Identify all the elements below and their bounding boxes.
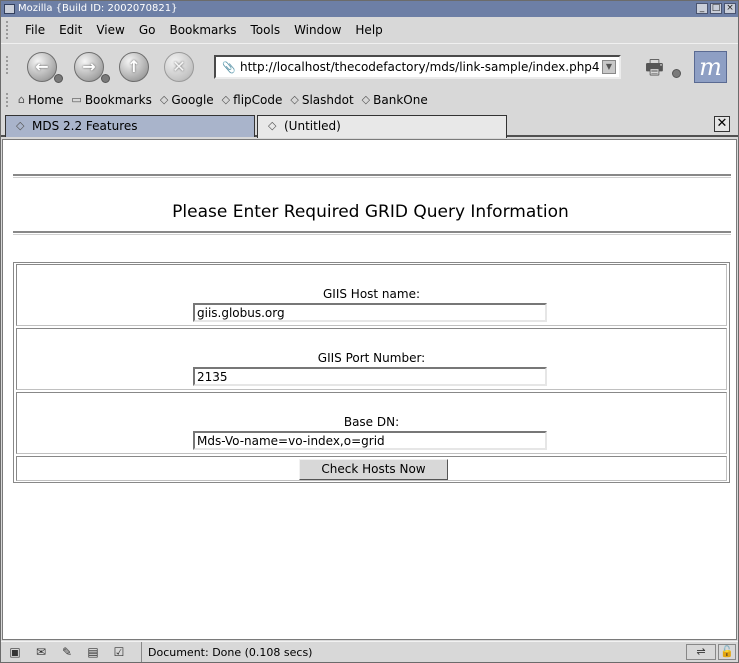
url-text[interactable]: http://localhost/thecodefactory/mds/link… — [240, 60, 600, 74]
host-input[interactable] — [193, 303, 547, 322]
status-text: Document: Done (0.108 secs) — [148, 645, 313, 659]
print-icon[interactable]: 🖶 — [645, 53, 675, 79]
window-title: Mozilla {Build ID: 2002070821} — [18, 3, 178, 14]
page-title: Please Enter Required GRID Query Informa… — [172, 202, 569, 222]
mozilla-logo-icon[interactable]: m — [694, 51, 727, 83]
tab-mds-features[interactable]: ◇ MDS 2.2 Features — [5, 115, 255, 137]
personalbar-grip[interactable] — [6, 92, 12, 107]
bookmark-icon: ◇ — [221, 93, 231, 106]
bookmark-google[interactable]: ◇ Google — [160, 93, 214, 107]
bookmarks-folder[interactable]: ▭ Bookmarks — [71, 93, 151, 107]
tab-page-icon: ◇ — [268, 119, 277, 132]
menu-bookmarks[interactable]: Bookmarks — [162, 23, 243, 37]
print-dropdown-icon[interactable] — [672, 69, 681, 78]
app-icon — [4, 4, 15, 14]
menu-tools[interactable]: Tools — [244, 23, 288, 37]
query-form-table: GIIS Host name: GIIS Port Number: Base D… — [13, 262, 730, 483]
menu-go[interactable]: Go — [132, 23, 163, 37]
bottom-divider — [13, 231, 731, 235]
maximize-icon[interactable]: □ — [710, 3, 722, 14]
page-proxy-icon: 📎 — [222, 61, 236, 74]
bookmark-icon: ◇ — [290, 93, 299, 106]
check-hosts-button[interactable]: Check Hosts Now — [299, 459, 448, 480]
composer-icon[interactable]: ✎ — [57, 645, 77, 659]
bookmark-bankone[interactable]: ◇ BankOne — [362, 93, 428, 107]
bookmark-icon: ◇ — [159, 93, 169, 106]
port-label: GIIS Port Number: — [317, 351, 426, 365]
window-controls: _ □ × — [696, 3, 736, 14]
component-bar: ▣ ✉ ✎ ▤ ☑ — [1, 642, 142, 662]
port-input[interactable] — [193, 367, 547, 386]
navigator-icon[interactable]: ▣ — [5, 645, 25, 659]
basedn-row: Base DN: — [16, 392, 727, 454]
forward-arrow-icon[interactable]: → — [74, 52, 104, 82]
reload-icon[interactable]: ↑ — [119, 52, 149, 82]
menu-bar: File Edit View Go Bookmarks Tools Window… — [1, 18, 738, 42]
address-book-icon[interactable]: ▤ — [83, 645, 103, 659]
close-window-icon[interactable]: × — [724, 3, 736, 14]
title-bar: Mozilla {Build ID: 2002070821} _ □ × — [1, 1, 738, 17]
forward-dropdown-icon[interactable] — [101, 74, 110, 83]
folder-icon: ▭ — [71, 93, 82, 106]
page-content: Please Enter Required GRID Query Informa… — [2, 139, 737, 640]
submit-row: Check Hosts Now — [16, 456, 727, 481]
menubar-grip[interactable] — [6, 21, 12, 39]
bookmark-home[interactable]: ⌂ Home — [18, 93, 63, 107]
browser-window: Mozilla {Build ID: 2002070821} _ □ × Fil… — [0, 0, 739, 663]
tab-untitled[interactable]: ◇ (Untitled) — [257, 115, 507, 138]
stop-icon[interactable]: ✕ — [164, 52, 194, 82]
status-bar: ▣ ✉ ✎ ▤ ☑ Document: Done (0.108 secs) ⇌ … — [1, 641, 738, 662]
back-arrow-icon[interactable]: ← — [27, 52, 57, 82]
bookmark-icon: ◇ — [361, 93, 371, 106]
personal-toolbar: ⌂ Home ▭ Bookmarks ◇ Google ◇ flipCode ◇… — [1, 89, 738, 110]
menu-window[interactable]: Window — [287, 23, 348, 37]
top-divider — [13, 174, 731, 178]
url-bar[interactable]: 📎 http://localhost/thecodefactory/mds/li… — [214, 55, 621, 79]
host-row: GIIS Host name: — [16, 264, 727, 326]
status-indicators: ⇌ 🔓 — [684, 644, 736, 660]
port-row: GIIS Port Number: — [16, 328, 727, 390]
minimize-icon[interactable]: _ — [696, 3, 708, 14]
bookmark-flipcode[interactable]: ◇ flipCode — [222, 93, 283, 107]
menu-help[interactable]: Help — [348, 23, 389, 37]
tab-bar: ◇ MDS 2.2 Features ◇ (Untitled) ✕ — [1, 112, 738, 138]
chat-icon[interactable]: ☑ — [109, 645, 129, 659]
menu-file[interactable]: File — [18, 23, 52, 37]
basedn-label: Base DN: — [343, 415, 400, 429]
online-status-icon[interactable]: ⇌ — [686, 644, 716, 660]
close-tab-icon[interactable]: ✕ — [714, 116, 730, 132]
basedn-input[interactable] — [193, 431, 547, 450]
host-label: GIIS Host name: — [322, 287, 421, 301]
bookmark-slashdot[interactable]: ◇ Slashdot — [290, 93, 353, 107]
menu-view[interactable]: View — [89, 23, 131, 37]
tab-page-icon: ◇ — [16, 119, 25, 132]
navigation-toolbar: ← → ↑ ✕ 📎 http://localhost/thecodefactor… — [1, 43, 738, 89]
url-history-dropdown-icon[interactable]: ▼ — [602, 60, 616, 74]
home-icon: ⌂ — [18, 93, 25, 106]
back-dropdown-icon[interactable] — [54, 74, 63, 83]
menu-edit[interactable]: Edit — [52, 23, 89, 37]
mail-icon[interactable]: ✉ — [31, 645, 51, 659]
navbar-grip[interactable] — [6, 56, 12, 74]
security-lock-icon[interactable]: 🔓 — [718, 644, 736, 660]
